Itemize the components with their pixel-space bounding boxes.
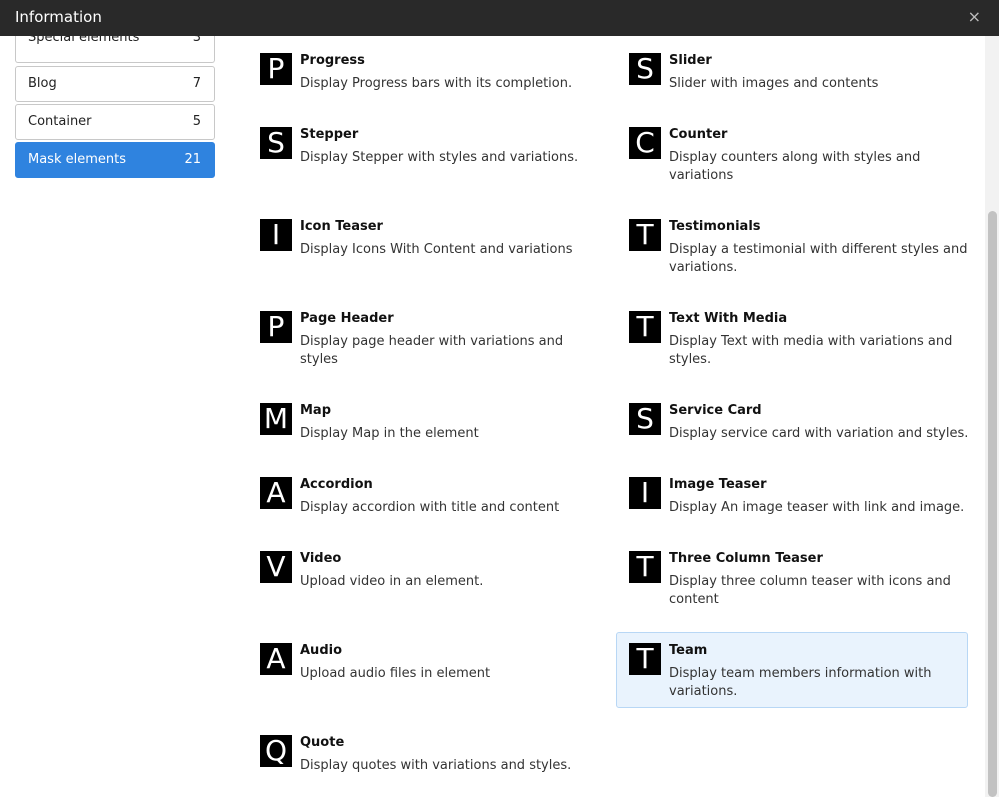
element-name: Quote: [300, 735, 345, 750]
dialog-title: Information: [15, 8, 102, 26]
element-description: Display Icons With Content and variation…: [300, 242, 573, 257]
scrollbar-thumb[interactable]: [988, 211, 997, 797]
element-slider[interactable]: S Slider Slider with images and contents: [629, 53, 981, 97]
sidebar-item-count: 21: [184, 152, 201, 167]
sidebar-item-label: Special elements: [28, 36, 140, 45]
sidebar-item-mask-elements[interactable]: Mask elements 21: [15, 142, 215, 178]
slider-letter-icon: S: [629, 53, 661, 85]
element-name: Image Teaser: [669, 477, 767, 492]
element-accordion[interactable]: A Accordion Display accordion with title…: [260, 477, 612, 521]
element-description: Display service card with variation and …: [669, 426, 969, 441]
element-description: Slider with images and contents: [669, 76, 879, 91]
element-description: Display quotes with variations and style…: [300, 758, 572, 773]
element-map[interactable]: M Map Display Map in the element: [260, 403, 612, 447]
audio-letter-icon: A: [260, 643, 292, 675]
sidebar-item-label: Mask elements: [28, 152, 126, 167]
close-icon[interactable]: ×: [968, 8, 981, 26]
dialog-content: Special elements 3 Blog 7 Container 5 Ma…: [0, 36, 999, 797]
element-progress[interactable]: P Progress Display Progress bars with it…: [260, 53, 612, 97]
sidebar-item-special-elements[interactable]: Special elements 3: [15, 36, 215, 63]
page-header-letter-icon: P: [260, 311, 292, 343]
team-letter-icon: T: [629, 643, 661, 675]
dialog-titlebar: Information ×: [0, 0, 999, 36]
element-name: Testimonials: [669, 219, 761, 234]
image-teaser-letter-icon: I: [629, 477, 661, 509]
element-description: Display counters along with styles and v…: [669, 150, 921, 183]
service-card-letter-icon: S: [629, 403, 661, 435]
element-name: Video: [300, 551, 342, 566]
progress-letter-icon: P: [260, 53, 292, 85]
element-name: Slider: [669, 53, 712, 68]
text-with-media-letter-icon: T: [629, 311, 661, 343]
element-description: Display team members information with va…: [669, 666, 932, 699]
sidebar-item-label: Blog: [28, 76, 57, 91]
element-description: Display page header with variations and …: [300, 334, 564, 367]
element-description: Display Text with media with variations …: [669, 334, 953, 367]
element-name: Text With Media: [669, 311, 788, 326]
element-name: Map: [300, 403, 332, 418]
element-quote[interactable]: Q Quote Display quotes with variations a…: [260, 735, 612, 779]
element-name: Icon Teaser: [300, 219, 383, 234]
element-name: Audio: [300, 643, 343, 658]
element-testimonials[interactable]: T Testimonials Display a testimonial wit…: [629, 219, 981, 281]
element-page-header[interactable]: P Page Header Display page header with v…: [260, 311, 612, 367]
element-description: Display An image teaser with link and im…: [669, 500, 965, 515]
element-name: Page Header: [300, 311, 394, 326]
element-description: Display Progress bars with its completio…: [300, 76, 573, 91]
element-name: Progress: [300, 53, 365, 68]
element-description: Upload audio files in element: [300, 666, 491, 681]
element-description: Upload video in an element.: [300, 574, 484, 589]
quote-letter-icon: Q: [260, 735, 292, 767]
element-team[interactable]: T Team Display team members information …: [616, 632, 968, 708]
stepper-letter-icon: S: [260, 127, 292, 159]
element-stepper[interactable]: S Stepper Display Stepper with styles an…: [260, 127, 612, 171]
element-description: Display Stepper with styles and variatio…: [300, 150, 579, 165]
counter-letter-icon: C: [629, 127, 661, 159]
element-name: Counter: [669, 127, 728, 142]
element-name: Accordion: [300, 477, 373, 492]
element-service-card[interactable]: S Service Card Display service card with…: [629, 403, 981, 447]
map-letter-icon: M: [260, 403, 292, 435]
video-letter-icon: V: [260, 551, 292, 583]
element-icon-teaser[interactable]: I Icon Teaser Display Icons With Content…: [260, 219, 612, 263]
element-name: Three Column Teaser: [669, 551, 823, 566]
icon-teaser-letter-icon: I: [260, 219, 292, 251]
element-audio[interactable]: A Audio Upload audio files in element: [260, 643, 612, 687]
scrollbar-track[interactable]: [985, 36, 999, 797]
sidebar-item-blog[interactable]: Blog 7: [15, 66, 215, 102]
element-description: Display three column teaser with icons a…: [669, 574, 951, 607]
element-video[interactable]: V Video Upload video in an element.: [260, 551, 612, 595]
sidebar-item-count: 7: [192, 76, 201, 91]
element-text-with-media[interactable]: T Text With Media Display Text with medi…: [629, 311, 981, 373]
sidebar-item-container[interactable]: Container 5: [15, 104, 215, 140]
three-column-teaser-letter-icon: T: [629, 551, 661, 583]
sidebar-item-count: 3: [192, 36, 201, 45]
element-description: Display Map in the element: [300, 426, 479, 441]
element-counter[interactable]: C Counter Display counters along with st…: [629, 127, 981, 189]
element-three-column-teaser[interactable]: T Three Column Teaser Display three colu…: [629, 551, 981, 613]
element-description: Display a testimonial with different sty…: [669, 242, 968, 275]
testimonials-letter-icon: T: [629, 219, 661, 251]
element-description: Display accordion with title and content: [300, 500, 560, 515]
accordion-letter-icon: A: [260, 477, 292, 509]
sidebar-item-count: 5: [192, 114, 201, 129]
element-image-teaser[interactable]: I Image Teaser Display An image teaser w…: [629, 477, 981, 521]
element-name: Stepper: [300, 127, 359, 142]
element-name: Team: [669, 643, 708, 658]
sidebar-item-label: Container: [28, 114, 92, 129]
element-name: Service Card: [669, 403, 762, 418]
